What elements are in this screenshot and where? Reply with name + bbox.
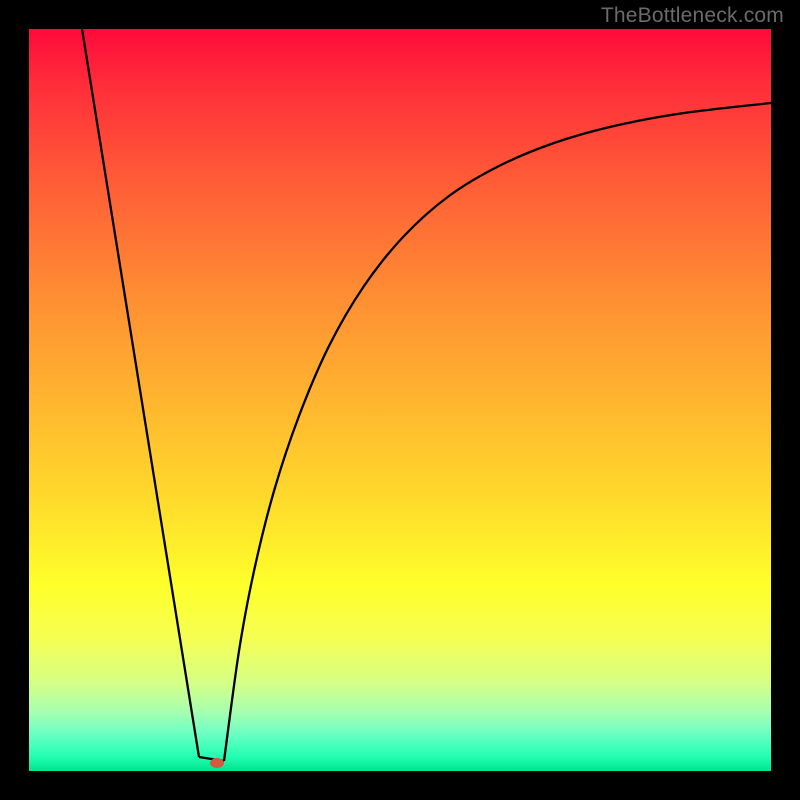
highlight-marker xyxy=(210,758,224,768)
series-right-curve xyxy=(224,103,771,761)
watermark-text: TheBottleneck.com xyxy=(601,4,784,28)
plot-area xyxy=(29,29,771,771)
chart-frame: TheBottleneck.com xyxy=(0,0,800,800)
chart-svg xyxy=(29,29,771,771)
series-left-line xyxy=(82,29,199,757)
